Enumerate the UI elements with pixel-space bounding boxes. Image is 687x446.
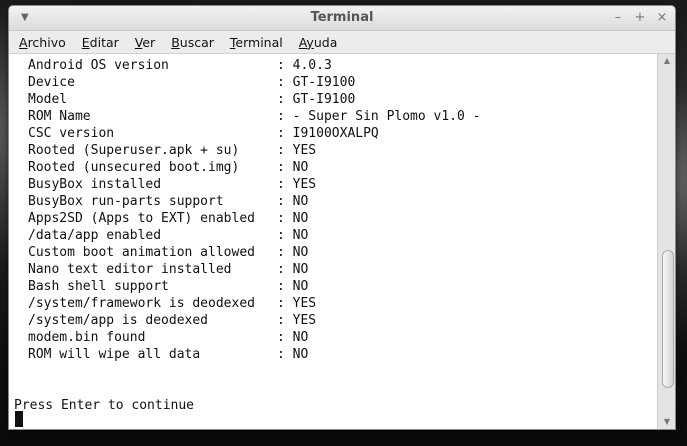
row-value: : NO (277, 211, 309, 226)
row-value: : NO (277, 194, 309, 209)
menu-buscar-accel: B (171, 34, 180, 50)
row-value: : YES (277, 313, 317, 328)
window-controls: – + × (611, 9, 669, 26)
row-value: : NO (277, 330, 309, 345)
row-label: BusyBox run-parts support (28, 194, 224, 209)
menu-archivo-label: rchivo (27, 34, 66, 50)
text-cursor (15, 411, 23, 427)
minimize-icon[interactable]: – (611, 9, 625, 26)
row-value: : GT-I9100 (277, 92, 356, 107)
window-title: Terminal (310, 10, 374, 25)
row-label: Apps2SD (Apps to EXT) enabled (28, 211, 255, 226)
row-label: Rooted (unsecured boot.img) (28, 160, 240, 175)
row-value: : YES (277, 143, 317, 158)
maximize-icon[interactable]: + (633, 9, 647, 26)
row-label: CSC version (28, 126, 115, 141)
row-value: : NO (277, 245, 309, 260)
terminal-window: ▼ Terminal – + × Archivo Editar Ver Busc… (8, 5, 676, 430)
scroll-down-icon[interactable]: ▼ (658, 415, 675, 429)
row-value: : NO (277, 279, 309, 294)
menu-ayuda[interactable]: Ayuda (297, 34, 340, 51)
row-label: Bash shell support (28, 279, 169, 294)
row-value: : NO (277, 262, 309, 277)
menu-terminal-label: erminal (235, 34, 283, 50)
vertical-scrollbar[interactable]: ▲ ▼ (657, 54, 675, 429)
row-label: /system/app is deodexed (28, 313, 209, 328)
row-value: : NO (277, 160, 309, 175)
title-bar[interactable]: ▼ Terminal – + × (9, 6, 675, 31)
menu-ayuda-accel: Ay (298, 34, 314, 50)
row-value: : NO (277, 347, 309, 362)
menu-bar: Archivo Editar Ver Buscar Terminal Ayuda (9, 31, 675, 54)
row-label: Device (28, 75, 75, 90)
row-value: : YES (277, 296, 317, 311)
scroll-thumb[interactable] (662, 250, 674, 388)
continue-prompt: Press Enter to continue (14, 398, 195, 413)
row-label: BusyBox installed (28, 177, 162, 192)
menu-terminal[interactable]: Terminal (228, 34, 285, 51)
row-label: Nano text editor installed (28, 262, 232, 277)
menu-archivo[interactable]: Archivo (17, 34, 68, 51)
row-label: ROM Name (28, 109, 91, 124)
row-value: : GT-I9100 (277, 75, 356, 90)
row-label: modem.bin found (28, 330, 146, 345)
menu-editar-accel: E (81, 34, 90, 50)
row-value: : 4.0.3 (277, 58, 332, 73)
menu-archivo-accel: A (19, 34, 28, 50)
row-value: : I9100OXALPQ (277, 126, 379, 141)
row-value: : NO (277, 228, 309, 243)
close-icon[interactable]: × (655, 9, 669, 26)
row-label: Rooted (Superuser.apk + su) (28, 143, 240, 158)
row-label: /data/app enabled (28, 228, 162, 243)
menu-ver[interactable]: Ver (133, 34, 157, 51)
scroll-up-icon[interactable]: ▲ (658, 54, 675, 68)
row-label: Model (28, 92, 68, 107)
menu-editar[interactable]: Editar (80, 34, 121, 51)
row-label: ROM will wipe all data (28, 347, 201, 362)
menu-buscar[interactable]: Buscar (169, 34, 216, 51)
row-label: Android OS version (28, 58, 169, 73)
menu-ver-label: er (142, 34, 156, 50)
row-label: Custom boot animation allowed (28, 245, 255, 260)
row-label: /system/framework is deodexed (28, 296, 255, 311)
row-value: : YES (277, 177, 317, 192)
row-value: : - Super Sin Plomo v1.0 - (277, 109, 481, 124)
terminal-output[interactable]: Android OS version : 4.0.3 Device : GT-I91… (9, 54, 657, 429)
menu-buscar-label: uscar (179, 34, 214, 50)
menu-editar-label: ditar (89, 34, 119, 50)
menu-ayuda-label: uda (313, 34, 338, 50)
